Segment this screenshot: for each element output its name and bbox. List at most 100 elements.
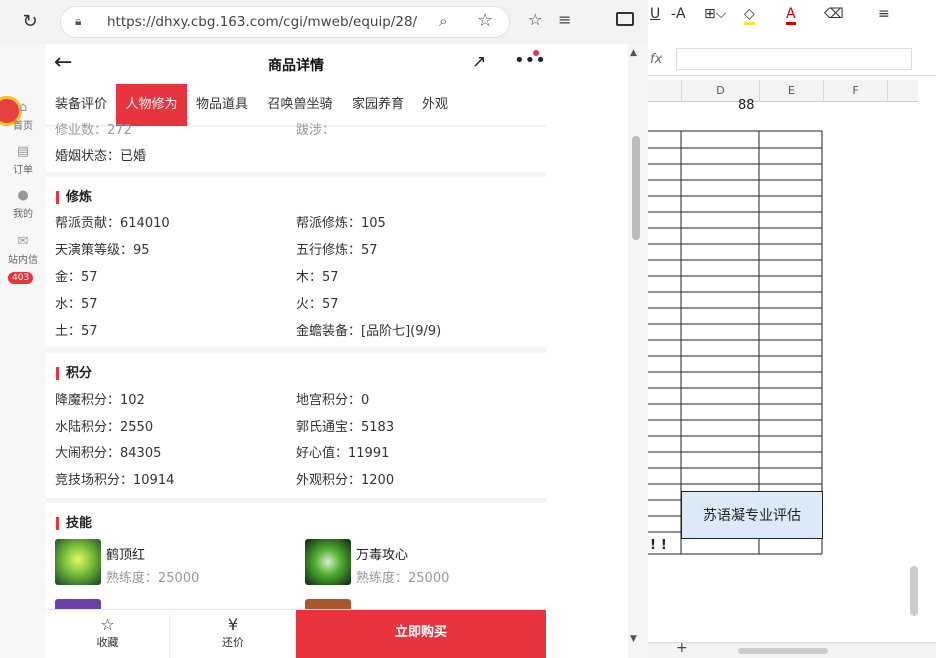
cultivation-item: 金蟾装备：[品阶七](9/9) [296,324,442,339]
sidebar-item-orders[interactable]: ▤ 订单 [0,144,46,176]
cultivation-item: 金：57 [55,270,98,285]
sidebar-item-mine[interactable]: ● 我的 [0,188,46,220]
skill-name: 万毒攻心 [356,548,409,563]
add-sheet-icon[interactable]: + [676,640,688,656]
cultivation-item: 水：57 [55,297,98,312]
notification-dot [533,50,539,56]
underline-icon[interactable]: U [650,6,660,22]
points-item: 好心值：11991 [296,446,390,461]
share-icon[interactable]: ↗ [472,52,486,72]
points-item: 降魔积分：102 [55,393,145,408]
buy-now-button[interactable]: 立即购买 [296,610,546,658]
points-card: 积分 降魔积分：102 地宫积分：0 水陆积分：2550 郭氏通宝：5183 大… [46,353,546,498]
scroll-down-icon[interactable]: ▼ [630,634,637,644]
star-icon: ☆ [100,615,115,634]
favorites-icon[interactable]: ☆ [528,10,542,29]
strikethrough-icon[interactable]: ̵A [676,6,686,22]
horizontal-scrollbar[interactable] [738,648,828,654]
ribbon-toolbar: U ̵A ⊞⌵ ◇ A ⌫ ≡ [648,0,936,44]
browser-window: ↻ 🔒︎ https://dhxy.cbg.163.com/cgi/mweb/e… [0,0,648,658]
points-item: 竞技场积分：10914 [55,473,175,488]
browser-toolbar: ↻ 🔒︎ https://dhxy.cbg.163.com/cgi/mweb/e… [0,0,648,44]
evaluation-cell[interactable]: 苏语凝专业评估 [681,491,823,539]
home-icon: ⌂ [18,100,28,115]
favorite-label: 收藏 [96,636,119,649]
sidebar-item-messages[interactable]: ✉ 站内信 [0,234,46,266]
page-header: ← 商品详情 ↗ ••• [46,44,546,84]
lock-icon[interactable]: 🔒︎ [75,14,81,29]
bottom-action-bar: ☆ 收藏 ¥ 还价 立即购买 [46,609,546,658]
sheet-scrollbar[interactable] [910,566,918,616]
column-header-e[interactable]: E [760,80,824,102]
column-header-row: D E F [648,80,918,102]
font-color-icon[interactable]: A [786,6,796,25]
points-title: 积分 [56,367,92,380]
cultivation-item: 木：57 [296,270,339,285]
skills-card: 技能 鹤顶红 熟练度：25000 万毒攻心 熟练度：25000 [46,503,546,645]
site-sidebar: ⌂ 首页 ▤ 订单 ● 我的 ✉ 站内信 403 [0,44,46,658]
favorite-button[interactable]: ☆ 收藏 [46,610,170,658]
spreadsheet-window: U ̵A ⊞⌵ ◇ A ⌫ ≡ fx D E F 88 苏语凝专业评估 !! + [648,0,936,658]
formula-bar: fx [648,44,936,76]
browser-menu-icon[interactable]: ≡ [558,10,572,29]
sheet-tab-bar: + [648,640,936,658]
more-ribbon-icon[interactable]: ≡ [878,6,890,22]
url-text[interactable]: https://dhxy.cbg.163.com/cgi/mweb/equip/… [107,14,417,30]
scrollbar-thumb[interactable] [632,136,640,240]
function-icon[interactable]: fx [650,52,662,67]
partial-info-left: 修业数：272 [55,123,132,138]
sidebar-item-label: 订单 [13,165,33,176]
sidebar-item-home[interactable]: ⌂ 首页 [0,100,46,132]
address-bar[interactable]: 🔒︎ https://dhxy.cbg.163.com/cgi/mweb/equ… [60,6,510,38]
sidebar-item-label: 站内信 [8,255,38,266]
reload-icon[interactable]: ↻ [18,10,42,34]
sidebar-item-label: 首页 [13,121,33,132]
points-item: 水陆积分：2550 [55,420,154,435]
zoom-icon[interactable]: ⌕ [439,12,447,30]
cultivation-card: 修炼 帮派贡献：614010 帮派修炼：105 天演策等级：95 五行修炼：57… [46,177,546,347]
skills-title: 技能 [56,517,92,530]
bargain-button[interactable]: ¥ 还价 [170,610,296,658]
points-item: 外观积分：1200 [296,473,395,488]
mail-icon: ✉ [17,234,29,249]
points-item: 地宫积分：0 [296,393,370,408]
message-count-badge: 403 [8,272,34,284]
order-icon: ▤ [16,144,30,159]
cell-grid[interactable] [648,102,916,642]
border-icon[interactable]: ⊞⌵ [704,6,726,22]
basic-info-card: 修业数：272 跋涉： 婚姻状态： 已婚 [46,123,546,172]
cultivation-item: 五行修炼：57 [296,243,378,258]
points-item: 大闹积分：84305 [55,446,162,461]
skill-name: 鹤顶红 [106,548,146,563]
fill-color-icon[interactable]: ◇ [744,6,755,25]
scroll-up-icon[interactable]: ▲ [630,48,637,58]
skill-exp: 熟练度：25000 [106,571,200,586]
cultivation-item: 天演策等级：95 [55,243,150,258]
bargain-label: 还价 [222,636,244,649]
cell-d-value[interactable]: 88 [738,98,755,113]
formula-input[interactable] [676,48,912,70]
cultivation-title: 修炼 [56,191,92,204]
favorite-star-icon[interactable]: ☆ [477,10,493,31]
page-title: 商品详情 [268,58,324,74]
cultivation-item: 火：57 [296,297,339,312]
cultivation-item: 土：57 [55,324,98,339]
more-icon[interactable]: ••• [514,50,546,71]
tab-items[interactable]: 物品道具 [187,84,257,126]
eraser-icon[interactable]: ⌫ [824,6,844,22]
tab-home[interactable]: 家园养育 [343,84,413,126]
points-item: 郭氏通宝：5183 [296,420,395,435]
skill-icon-wandu[interactable] [305,539,351,585]
product-detail-page: ← 商品详情 ↗ ••• 装备评价 人物修为 物品道具 召唤兽坐骑 家园养育 外… [46,44,546,658]
column-header[interactable] [648,80,682,102]
skill-icon-heding[interactable] [55,539,101,585]
marital-label: 婚姻状态： [55,149,121,164]
sidebar-item-label: 我的 [13,209,33,220]
exclamation-cell[interactable]: !! [650,538,672,553]
split-screen-icon[interactable] [616,12,634,26]
partial-info-right: 跋涉： [296,123,336,138]
marital-value: 已婚 [120,149,147,164]
yuan-icon: ¥ [227,615,239,634]
column-header-f[interactable]: F [824,80,888,102]
tab-appearance[interactable]: 外观 [413,84,457,126]
